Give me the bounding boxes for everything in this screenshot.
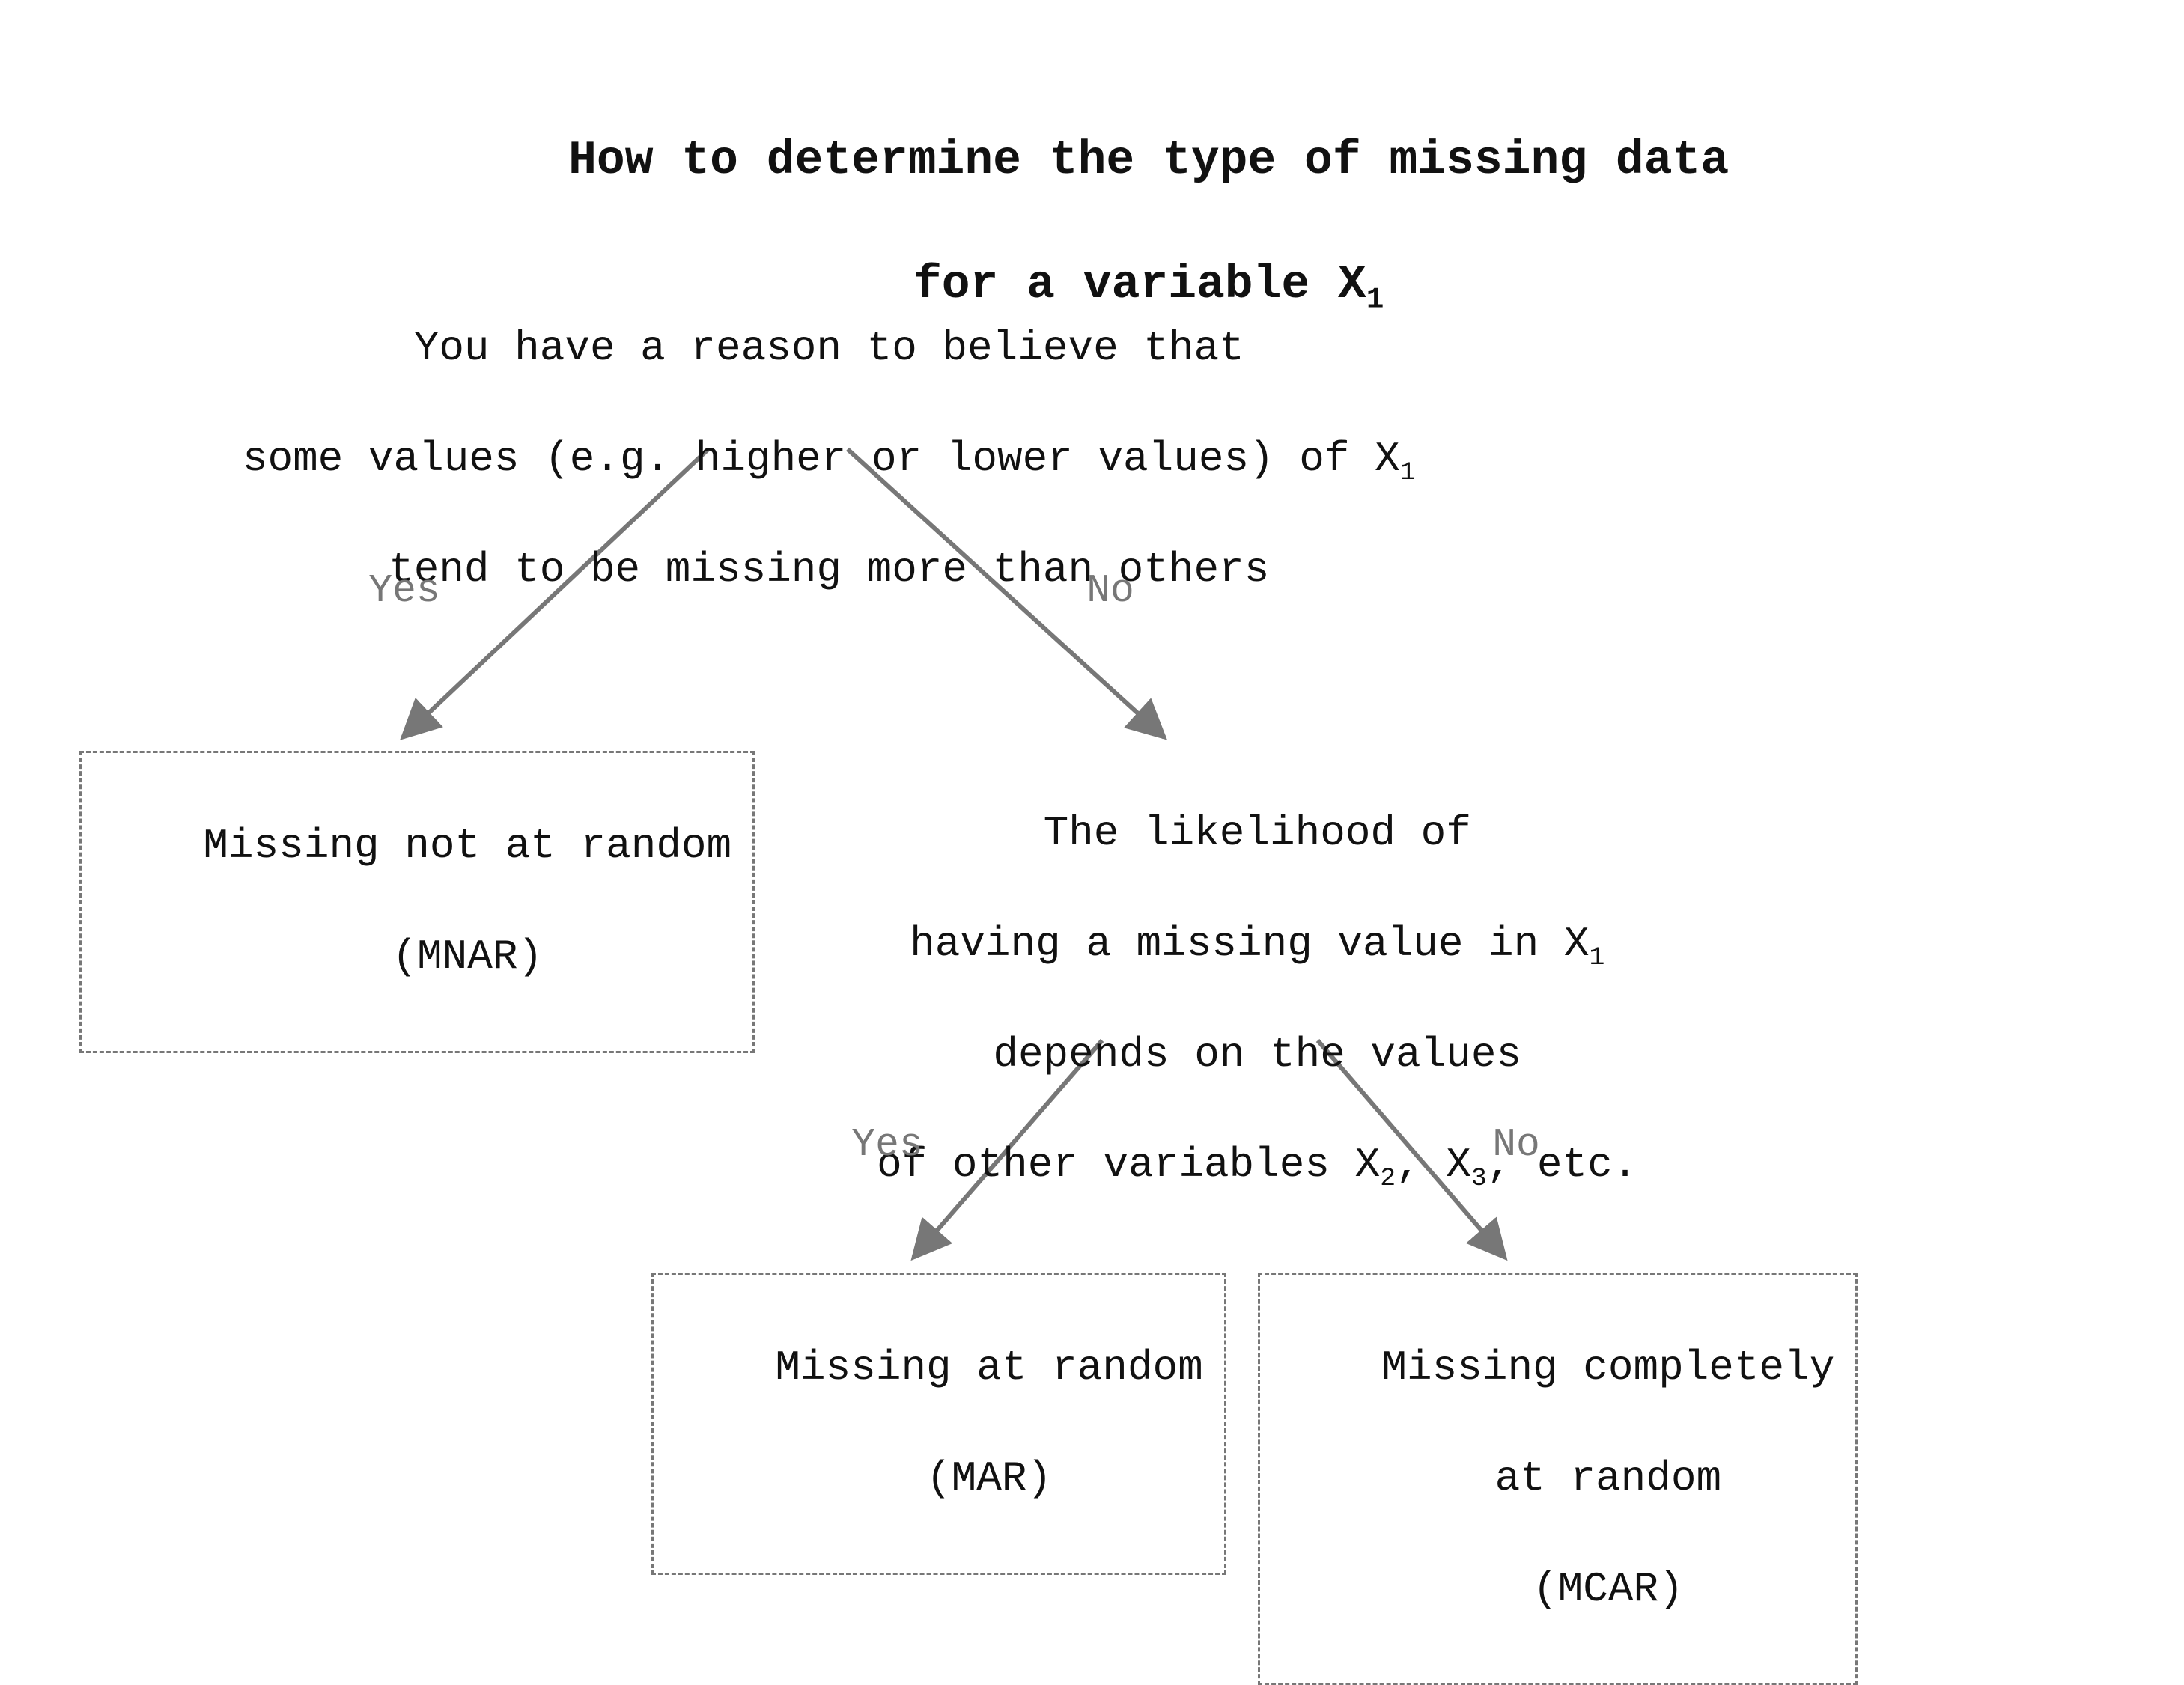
mcar-line-1: Missing completely: [1381, 1344, 1834, 1392]
mar-line-1: Missing at random: [775, 1344, 1202, 1392]
question-2: The likelihood of having a missing value…: [653, 751, 1761, 1249]
mnar-line-2: (MNAR): [392, 933, 543, 981]
edge-label-q1-yes: Yes: [348, 565, 460, 618]
result-mar: Missing at random (MAR): [651, 1273, 1226, 1575]
diagram-stage: How to determine the type of missing dat…: [0, 0, 2184, 1619]
result-mcar: Missing completely at random (MCAR): [1258, 1273, 1858, 1685]
q1-line-2-prefix: some values (e.g. higher or lower values…: [243, 435, 1400, 483]
edge-label-q2-no: No: [1460, 1119, 1572, 1171]
mar-line-2: (MAR): [926, 1454, 1052, 1502]
title-line-1: How to determine the type of missing dat…: [568, 134, 1729, 187]
q1-line-1: You have a reason to believe that: [414, 324, 1244, 372]
edge-label-q2-yes: Yes: [831, 1119, 943, 1171]
edge-label-q1-no: No: [1054, 565, 1166, 618]
q2-sub-1: 1: [1589, 943, 1604, 972]
q2-line-2-prefix: having a missing value in X: [910, 920, 1589, 968]
q2-line-4-prefix: of other variables X: [877, 1141, 1380, 1189]
mcar-line-2: at random: [1495, 1454, 1721, 1502]
q2-sub-2: 2: [1380, 1165, 1396, 1194]
q2-line-3: depends on the values: [993, 1031, 1521, 1079]
question-1: You have a reason to believe that some v…: [0, 266, 1557, 653]
mcar-line-3: (MCAR): [1533, 1565, 1684, 1613]
q2-line-1: The likelihood of: [1044, 809, 1471, 857]
q1-sub-1: 1: [1400, 458, 1416, 487]
